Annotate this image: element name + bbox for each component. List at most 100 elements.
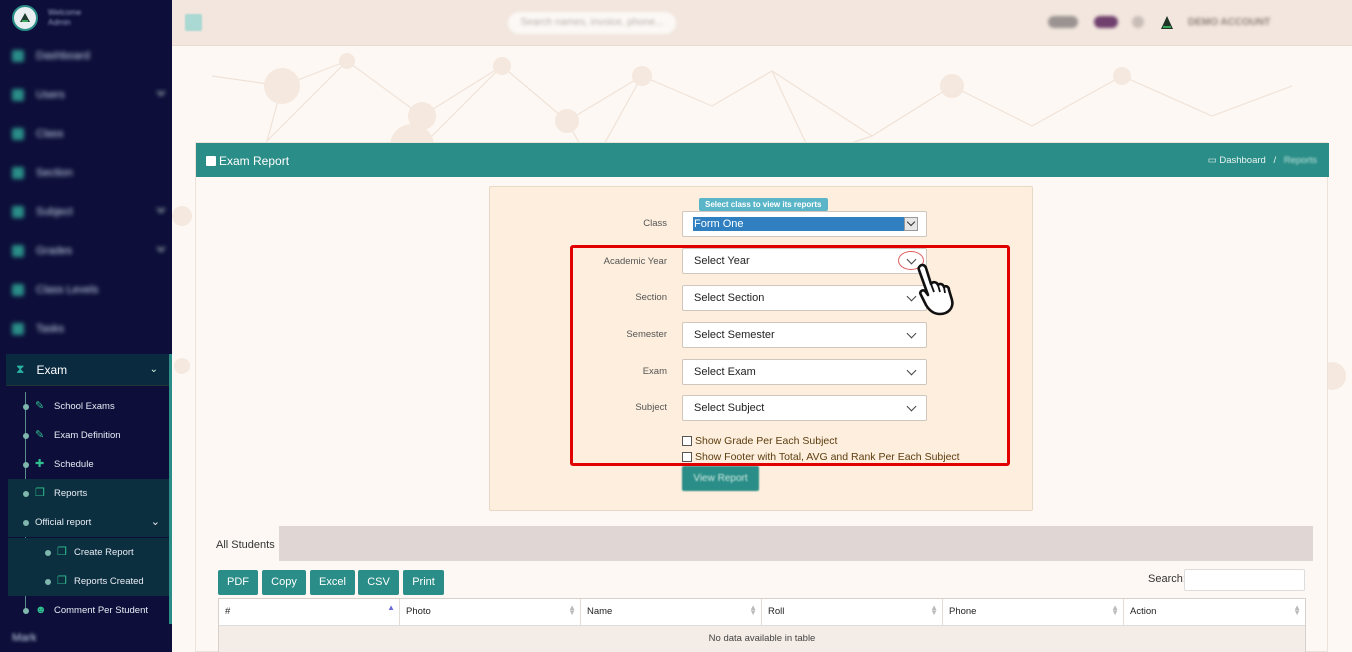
card-title: Exam Report [206,154,289,168]
copy-icon: ❐ [35,487,45,499]
column-header-action[interactable]: Action ▲ ▼ [1124,599,1305,625]
sort-icon: ▲ ▼ [930,603,938,617]
show-grade-checkbox-row[interactable]: Show Grade Per Each Subject [682,435,837,447]
sidebar-item-section[interactable]: Section [0,153,172,192]
column-header-number[interactable]: # ▲ [219,599,400,625]
class-label: Class [643,218,667,229]
search-label: Search: [1148,573,1186,585]
copy-icon: ❐ [57,546,67,558]
chevron-down-icon[interactable] [906,254,917,265]
view-report-button[interactable]: View Report [682,466,759,491]
class-select[interactable]: Form One [682,211,927,237]
sidebar-item-tasks[interactable]: Tasks [0,309,172,348]
sidebar-item-dashboard[interactable]: Dashboard [0,36,172,75]
bullet-icon [23,520,29,526]
user-name: Admin [48,18,71,27]
sidebar-item-subject[interactable]: Subject [0,192,172,231]
chevron-down-icon [156,87,166,97]
breadcrumb-current: Reports [1283,155,1317,166]
sidebar-subitem-schedule[interactable]: ✚ Schedule [8,450,170,479]
search-input[interactable]: Search names, invoice, phone... [508,12,676,34]
breadcrumb-home[interactable]: Dashboard [1219,155,1265,166]
chevron-down-icon[interactable] [904,217,918,231]
breadcrumb: ▭ Dashboard / Reports [1208,155,1317,166]
sidebar-subitem-reports-created[interactable]: ❐ Reports Created [8,567,170,596]
school-logo-icon[interactable] [12,5,38,31]
print-button[interactable]: Print [403,570,444,595]
class-selected-value: Form One [693,217,907,231]
bullet-icon [23,462,29,468]
table-search-input[interactable] [1184,569,1305,591]
sidebar-item-mark[interactable]: Mark [12,632,36,644]
sort-icon: ▲ ▼ [749,603,757,617]
show-grade-checkbox[interactable] [682,436,692,446]
sidebar-item-label: Users [36,88,65,101]
subitem-label: Exam Definition [54,430,121,441]
hint-badge: Select class to view its reports [699,198,828,211]
bullet-icon [23,491,29,497]
account-menu[interactable]: DEMO ACCOUNT [1188,17,1270,28]
sort-asc-icon: ▲ [387,603,395,612]
chevron-down-icon [156,243,166,253]
levels-icon [12,283,24,296]
semester-select[interactable]: Select Semester [682,322,927,348]
sidebar-item-class-levels[interactable]: Class Levels [0,270,172,309]
sidebar-item-exam[interactable]: ⧗ Exam ⌄ [6,354,170,386]
flag-icon[interactable] [1094,16,1118,28]
sidebar-subitem-comment-per-student[interactable]: ☻ Comment Per Student [8,596,170,625]
sidebar-subitem-exam-definition[interactable]: ✎ Exam Definition [8,421,170,450]
academic-year-select[interactable]: Select Year [682,248,927,274]
sidebar-subitem-reports[interactable]: ❐ Reports [8,479,170,508]
mail-icon[interactable] [1132,16,1144,28]
sidebar-item-class[interactable]: Class [0,114,172,153]
show-footer-checkbox-row[interactable]: Show Footer with Total, AVG and Rank Per… [682,451,960,463]
sidebar-item-label: Tasks [36,322,65,335]
exam-label: Exam [642,366,667,377]
sidebar-item-grades[interactable]: Grades [0,231,172,270]
copy-button[interactable]: Copy [262,570,306,595]
sidebar-subitem-school-exams[interactable]: ✎ School Exams [8,392,170,421]
chevron-down-icon[interactable] [906,365,917,376]
column-header-photo[interactable]: Photo ▲ ▼ [400,599,581,625]
sort-icon: ▲ ▼ [1293,603,1301,617]
breadcrumb-separator: / [1273,155,1277,166]
topbar: Search names, invoice, phone... DEMO ACC… [172,0,1352,46]
bullet-icon [45,550,51,556]
sidebar-item-label: Grades [36,244,73,257]
card-title-text: Exam Report [219,154,290,168]
column-label: Photo [406,606,431,617]
chevron-down-icon[interactable] [906,401,917,412]
show-grade-label: Show Grade Per Each Subject [695,435,838,447]
tabs-bar [209,526,1313,561]
sidebar-subitem-create-report[interactable]: ❐ Create Report [8,538,170,567]
show-footer-checkbox[interactable] [682,452,692,462]
column-header-roll[interactable]: Roll ▲ ▼ [762,599,943,625]
exam-select[interactable]: Select Exam [682,359,927,385]
section-select[interactable]: Select Section [682,285,927,311]
csv-button[interactable]: CSV [358,570,399,595]
sidebar-item-label: Subject [36,205,73,218]
excel-button[interactable]: Excel [310,570,355,595]
book-icon [12,205,24,218]
subject-select[interactable]: Select Subject [682,395,927,421]
language-icon[interactable] [1048,16,1078,28]
exam-value: Select Exam [694,366,756,378]
academic-year-value: Select Year [694,255,750,267]
menu-toggle-icon[interactable] [185,14,202,31]
subitem-label: Official report [35,517,92,528]
pdf-button[interactable]: PDF [218,570,258,595]
chevron-down-icon[interactable] [906,291,917,302]
bullet-icon [23,433,29,439]
sidebar-brand: Welcome Admin [0,0,172,36]
column-header-phone[interactable]: Phone ▲ ▼ [943,599,1124,625]
column-header-name[interactable]: Name ▲ ▼ [581,599,762,625]
welcome-text: Welcome [48,8,82,17]
sidebar-item-users[interactable]: Users [0,75,172,114]
sidebar-subitem-official-report[interactable]: Official report ⌄ [8,508,170,537]
tab-all-students[interactable]: All Students [209,526,279,561]
chevron-down-icon[interactable] [906,328,917,339]
students-table: # ▲ Photo ▲ ▼ Name ▲ ▼ Roll ▲ ▼ Phone ▲ ▼ Action ▲… [218,598,1306,652]
section-icon [12,166,24,179]
section-label: Section [635,292,667,303]
sort-icon: ▲ ▼ [568,603,576,617]
